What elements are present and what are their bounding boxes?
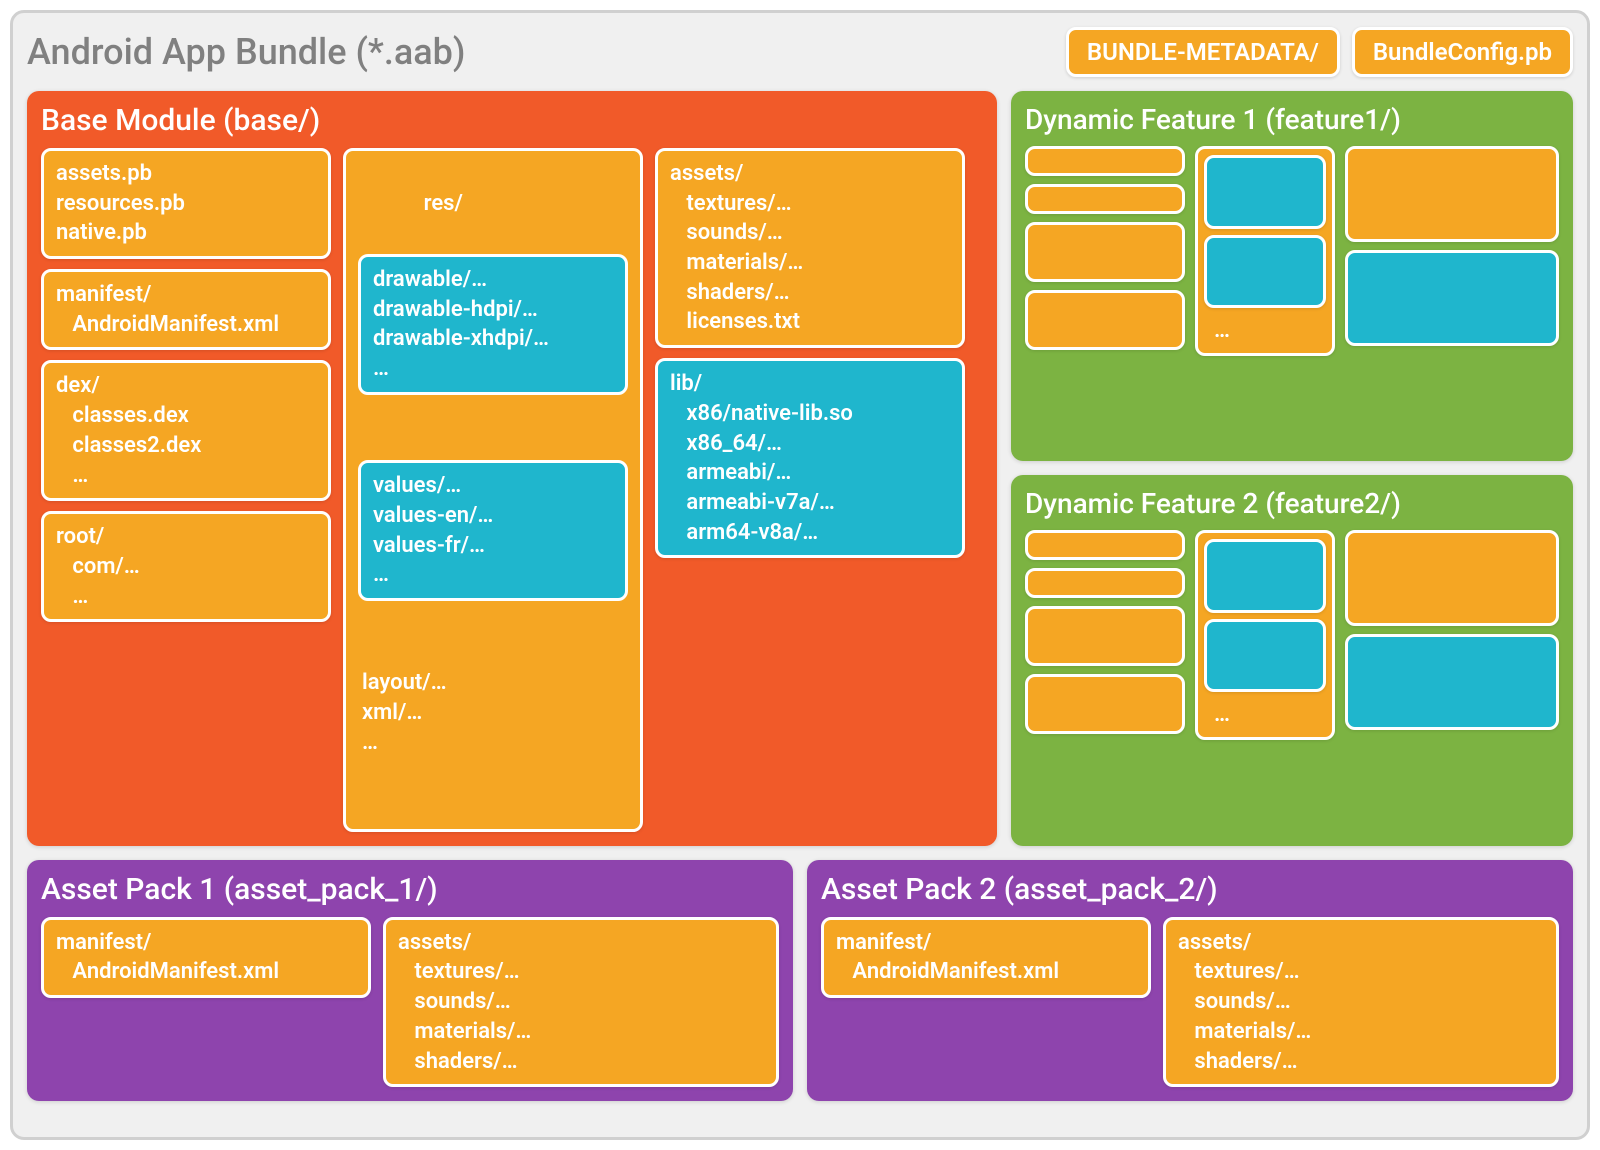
dyn2-box [1025, 530, 1185, 560]
base-res-label: res/ [424, 191, 463, 216]
aab-diagram: Android App Bundle (*.aab) BUNDLE-METADA… [10, 10, 1590, 1140]
dyn1-box [1345, 146, 1559, 242]
asset1-assets: assets/ textures/… sounds/… materials/… … [383, 917, 779, 1087]
base-pb-files: assets.pb resources.pb native.pb [41, 148, 331, 259]
dyn1-res-box: … [1195, 146, 1335, 356]
base-res-drawable: drawable/… drawable-hdpi/… drawable-xhdp… [358, 254, 628, 395]
asset1-manifest: manifest/ AndroidManifest.xml [41, 917, 371, 998]
base-module: Base Module (base/) assets.pb resources.… [27, 91, 997, 846]
dyn1-cyan-box [1204, 155, 1326, 229]
dyn1-box [1025, 184, 1185, 214]
asset2-assets: assets/ textures/… sounds/… materials/… … [1163, 917, 1559, 1087]
base-manifest: manifest/ AndroidManifest.xml [41, 269, 331, 350]
base-assets: assets/ textures/… sounds/… materials/… … [655, 148, 965, 348]
dyn2-cyan-box [1204, 539, 1326, 613]
header-row: Android App Bundle (*.aab) BUNDLE-METADA… [27, 27, 1573, 77]
dyn2-title: Dynamic Feature 2 (feature2/) [1025, 487, 1559, 520]
dyn1-cyan-box [1204, 235, 1326, 309]
bundle-config-pill: BundleConfig.pb [1352, 27, 1573, 77]
dyn1-box [1025, 290, 1185, 350]
base-res-values: values/… values-en/… values-fr/… … [358, 460, 628, 601]
dyn2-box [1345, 530, 1559, 626]
base-dex: dex/ classes.dex classes2.dex … [41, 360, 331, 501]
dyn2-ellipsis: … [1204, 698, 1326, 731]
base-module-title: Base Module (base/) [41, 103, 983, 138]
dynamic-feature-2: Dynamic Feature 2 (feature2/) … [1011, 475, 1573, 845]
dyn1-cyan-box [1345, 250, 1559, 346]
base-res: res/ drawable/… drawable-hdpi/… drawable… [343, 148, 643, 832]
dyn2-cyan-box [1204, 619, 1326, 693]
dyn1-box [1025, 222, 1185, 282]
dyn2-box [1025, 568, 1185, 598]
asset2-title: Asset Pack 2 (asset_pack_2/) [821, 872, 1559, 907]
dyn2-cyan-box [1345, 634, 1559, 730]
dyn1-box [1025, 146, 1185, 176]
diagram-title: Android App Bundle (*.aab) [27, 31, 1054, 73]
row-asset-packs: Asset Pack 1 (asset_pack_1/) manifest/ A… [27, 860, 1573, 1101]
dyn2-box [1025, 674, 1185, 734]
asset-pack-1: Asset Pack 1 (asset_pack_1/) manifest/ A… [27, 860, 793, 1101]
base-root: root/ com/… … [41, 511, 331, 622]
asset1-title: Asset Pack 1 (asset_pack_1/) [41, 872, 779, 907]
asset2-manifest: manifest/ AndroidManifest.xml [821, 917, 1151, 998]
base-res-layout: layout/… xml/… … [358, 660, 628, 757]
dyn2-box [1025, 606, 1185, 666]
dyn1-ellipsis: … [1204, 314, 1326, 347]
asset-pack-2: Asset Pack 2 (asset_pack_2/) manifest/ A… [807, 860, 1573, 1101]
bundle-metadata-pill: BUNDLE-METADATA/ [1066, 27, 1340, 77]
dyn2-res-box: … [1195, 530, 1335, 740]
dyn1-title: Dynamic Feature 1 (feature1/) [1025, 103, 1559, 136]
base-lib: lib/ x86/native-lib.so x86_64/… armeabi/… [655, 358, 965, 558]
row-modules: Base Module (base/) assets.pb resources.… [27, 91, 1573, 846]
dynamic-features-column: Dynamic Feature 1 (feature1/) … [1011, 91, 1573, 846]
dynamic-feature-1: Dynamic Feature 1 (feature1/) … [1011, 91, 1573, 461]
